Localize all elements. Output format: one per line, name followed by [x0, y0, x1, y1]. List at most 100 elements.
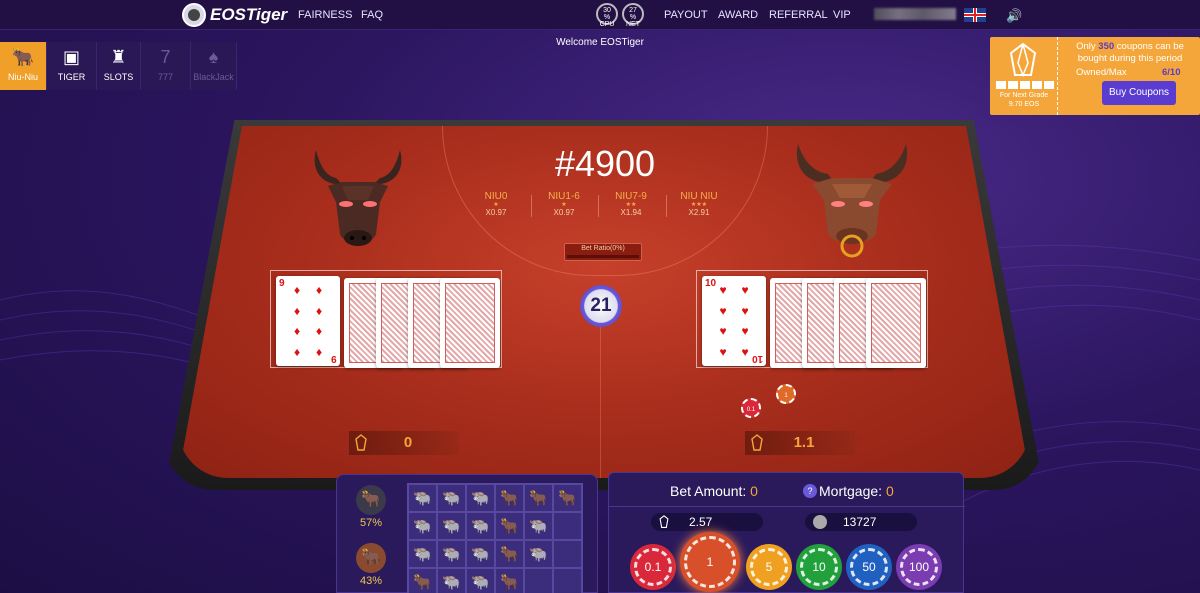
empty-cell	[524, 568, 553, 593]
account-name[interactable]	[874, 8, 956, 20]
chip-5[interactable]: 5	[746, 544, 792, 590]
net-gauge: 27 % NET	[622, 3, 644, 28]
player-score-value: 1.1	[793, 434, 815, 451]
tab-label: 777	[157, 72, 174, 82]
brown-bull-icon	[796, 144, 908, 258]
tab-niu-niu[interactable]: 🐂 Niu-Niu	[0, 42, 47, 90]
chip-50[interactable]: 50	[846, 544, 892, 590]
game-tabs: 🐂 Niu-Niu ▣ TIGER ♜ SLOTS 7 777 ♠ BlackJ…	[0, 42, 237, 90]
cards-icon: ♠	[208, 47, 219, 67]
nav-faq[interactable]: FAQ	[361, 9, 383, 21]
dark-bull-icon: 🐃	[437, 512, 466, 540]
dark-bull-icon: 🐃	[437, 540, 466, 568]
coupon-text-pre: Only	[1076, 41, 1099, 52]
owned-label: Owned/Max	[1076, 67, 1127, 78]
eos-icon	[659, 515, 669, 528]
bull-icon: 🐂	[11, 47, 35, 67]
player-score: 1.1	[745, 431, 855, 455]
pip: ♥	[741, 324, 749, 339]
chip-label: 1	[706, 555, 714, 569]
help-icon[interactable]: ?	[803, 484, 817, 498]
nav-vip[interactable]: VIP	[833, 9, 851, 21]
bet-summary: Bet Amount: 0 ? Mortgage: 0	[609, 473, 965, 507]
odds-separator	[598, 195, 599, 217]
pip: ♥	[741, 344, 749, 359]
cpu-gauge: 30 % CPU	[596, 3, 618, 28]
brand-name: EOSTiger	[210, 5, 288, 24]
odds-name: NIU0	[484, 191, 508, 202]
slots-icon: ♜	[110, 47, 127, 67]
brown-bull-icon: 🐂	[495, 568, 524, 593]
cpu-unit: %	[603, 14, 611, 21]
mortgage-value: 0	[885, 483, 894, 499]
chip-0-1[interactable]: 0.1	[630, 544, 676, 590]
pip: ♦	[315, 303, 323, 318]
nav-referral[interactable]: REFERRAL	[769, 9, 828, 21]
cpu-label: CPU	[599, 21, 615, 28]
slot-machine-icon: ▣	[62, 47, 80, 67]
bet-ratio: Bet Ratio(0%)	[564, 243, 642, 261]
chip-label: 10	[812, 560, 826, 574]
token-icon	[813, 515, 827, 529]
dark-bull-icon: 🐃	[437, 568, 466, 593]
dark-bull-icon: 🐃	[466, 540, 495, 568]
odds-mult: X0.97	[553, 208, 575, 217]
tab-777: 7 777	[141, 42, 191, 90]
coupon-grade: For Next Grade 9.70 EOS	[990, 37, 1058, 115]
empty-cell	[553, 512, 582, 540]
bet-ratio-bar	[567, 255, 639, 258]
bet-amount-value: 0	[750, 483, 758, 499]
buy-coupons-button[interactable]: Buy Coupons	[1102, 81, 1176, 105]
dark-bull-icon: 🐃	[524, 512, 553, 540]
history-panel: 🐂 57% 🐂 43% 🐃 🐃 🐃 🐂 🐂 🐂 🐃 🐃 🐃 🐂 🐃 🐃 🐃 🐃 …	[336, 474, 598, 593]
dark-bull-icon: 🐃	[466, 568, 495, 593]
pip: ♦	[293, 303, 301, 318]
odds-niu1-6: NIU1-6 ★ X0.97	[534, 191, 594, 217]
player-win-pct: 43%	[359, 575, 383, 587]
pip: ♦	[293, 344, 301, 359]
chip-1-selected[interactable]: 1	[680, 532, 740, 592]
odds-separator	[666, 195, 667, 217]
eos-icon	[355, 434, 367, 451]
nav-payout[interactable]: PAYOUT	[664, 9, 708, 21]
chip-100[interactable]: 100	[896, 544, 942, 590]
odds-mult: X0.97	[485, 208, 507, 217]
nav-award[interactable]: AWARD	[718, 9, 758, 21]
tab-slots[interactable]: ♜ SLOTS	[97, 42, 141, 90]
diamond-pips-icon: ♦ ♦ ♦ ♦ ♦ ♦ ♦ ♦	[286, 284, 330, 358]
eos-icon	[751, 434, 763, 451]
eos-balance-value: 2.57	[689, 515, 713, 529]
empty-cell	[553, 568, 582, 593]
odds-name: NIU1-6	[548, 191, 580, 202]
brown-bull-icon: 🐂	[495, 484, 524, 512]
pip: ♦	[315, 344, 323, 359]
card-rank: 9	[279, 278, 285, 289]
next-grade-value: 9.70 EOS	[1008, 101, 1040, 108]
pip: ♦	[315, 324, 323, 339]
card-back	[866, 278, 926, 368]
odds-niu-niu: NIU NIU ★★★ X2.91	[669, 191, 729, 217]
dark-bull-icon: 🐃	[408, 540, 437, 568]
brand-logo[interactable]: EOSTiger	[182, 3, 287, 27]
pip: ♥	[741, 283, 749, 297]
net-label: NET	[626, 21, 640, 28]
history-stats: 🐂 57% 🐂 43%	[347, 483, 395, 587]
seven-icon: 7	[160, 47, 171, 67]
table-chip-1: 1	[776, 384, 796, 404]
odds-mult: X1.94	[620, 208, 642, 217]
pip: ♥	[719, 303, 727, 318]
uk-flag-icon[interactable]	[964, 8, 986, 22]
tab-tiger[interactable]: ▣ TIGER	[47, 42, 97, 90]
dark-bull-icon: 🐃	[408, 512, 437, 540]
sound-icon[interactable]: 🔊	[1006, 8, 1022, 24]
tab-label: TIGER	[57, 72, 86, 82]
brown-bull-icon: 🐂	[524, 484, 553, 512]
empty-cell	[553, 540, 582, 568]
player-card-face: 10 ♥ ♥ ♥ ♥ ♥ ♥ ♥ ♥ 10	[702, 276, 766, 366]
dark-bull-icon	[314, 150, 402, 246]
tab-label: Niu-Niu	[7, 72, 38, 82]
dark-bull-icon: 🐃	[466, 484, 495, 512]
brown-bull-icon: 🐂	[553, 484, 582, 512]
chip-10[interactable]: 10	[796, 544, 842, 590]
nav-fairness[interactable]: FAIRNESS	[298, 9, 352, 21]
